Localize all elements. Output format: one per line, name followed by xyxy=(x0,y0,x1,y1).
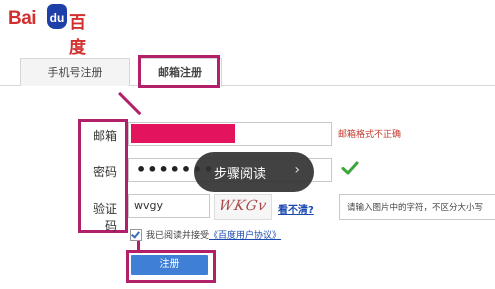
user-agreement-link[interactable]: 《百度用户协议》 xyxy=(209,231,281,241)
register-button[interactable]: 注册 xyxy=(131,255,208,275)
annotation-connector xyxy=(118,91,142,116)
captcha-image-text: WKGv xyxy=(217,198,269,214)
logo-text-bai: Bai xyxy=(8,8,37,29)
logo-text-du: du xyxy=(49,11,65,25)
chevron-right-icon: › xyxy=(294,162,300,178)
paw-icon: du xyxy=(47,4,67,29)
email-label: 邮箱 xyxy=(92,129,117,143)
captcha-image[interactable]: WKGv xyxy=(214,194,272,220)
tab-phone-register[interactable]: 手机号注册 xyxy=(20,58,130,86)
tab-highlight-box xyxy=(138,55,220,88)
agree-text: 我已阅读并接受《百度用户协议》 xyxy=(146,228,281,241)
agree-checkbox[interactable] xyxy=(130,229,142,241)
step-reading-overlay[interactable]: 步骤阅读 › xyxy=(194,152,314,192)
agree-prefix: 我已阅读并接受 xyxy=(146,231,210,241)
check-icon xyxy=(341,161,359,175)
captcha-hint-tooltip: 请输入图片中的字符，不区分大小写 xyxy=(339,194,495,220)
refresh-captcha-link[interactable]: 看不清? xyxy=(278,201,314,216)
email-error-message: 邮箱格式不正确 xyxy=(338,130,402,140)
step-reading-label: 步骤阅读 xyxy=(214,167,267,182)
captcha-hint-text: 请输入图片中的字符，不区分大小写 xyxy=(347,203,484,213)
password-label: 密码 xyxy=(92,165,117,179)
captcha-input-value: wvgy xyxy=(134,199,163,212)
email-redacted-value xyxy=(131,124,235,143)
captcha-label: 验证码 xyxy=(92,202,117,233)
logo-text-baidu-cn: 百度 xyxy=(69,13,86,58)
